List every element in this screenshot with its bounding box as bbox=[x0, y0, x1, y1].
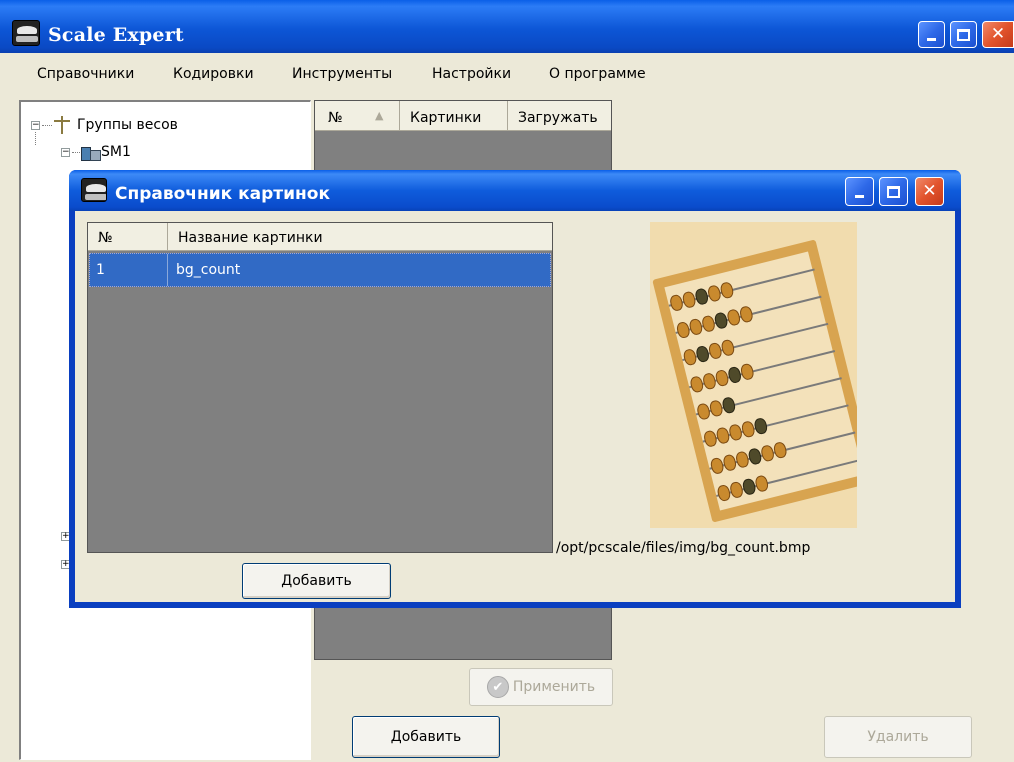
add-button[interactable]: Добавить bbox=[352, 716, 500, 758]
column-pictures[interactable]: Картинки bbox=[400, 101, 508, 131]
menu-bar: Справочники Кодировки Инструменты Настро… bbox=[0, 53, 1014, 93]
tree-connector bbox=[72, 152, 80, 153]
apply-button-label: Применить bbox=[512, 679, 596, 695]
list-header: № Название картинки bbox=[88, 223, 552, 251]
collapse-icon[interactable]: − bbox=[61, 148, 70, 157]
check-icon: ✔ bbox=[486, 676, 509, 698]
close-icon: ✕ bbox=[922, 181, 937, 201]
table-row[interactable]: 1 bg_count bbox=[89, 253, 551, 287]
dialog-minimize-button[interactable] bbox=[845, 177, 874, 206]
dialog-close-button[interactable]: ✕ bbox=[915, 177, 944, 206]
row-number: 1 bbox=[96, 262, 105, 278]
delete-button[interactable]: Удалить bbox=[824, 716, 972, 758]
maximize-button[interactable] bbox=[950, 21, 977, 48]
scale-device-icon bbox=[81, 144, 101, 161]
abacus-image bbox=[652, 239, 857, 523]
tree-root-label[interactable]: Группы весов bbox=[77, 117, 178, 133]
menu-tools[interactable]: Инструменты bbox=[292, 66, 392, 82]
menu-about[interactable]: О программе bbox=[549, 66, 646, 82]
sort-asc-icon: ▲ bbox=[375, 109, 384, 122]
menu-references[interactable]: Справочники bbox=[37, 66, 134, 82]
minimize-icon bbox=[855, 195, 864, 198]
dialog-add-button[interactable]: Добавить bbox=[242, 563, 391, 599]
tree-connector bbox=[35, 132, 36, 145]
apply-button[interactable]: ✔ Применить bbox=[469, 668, 613, 706]
close-icon: ✕ bbox=[990, 24, 1006, 44]
column-load[interactable]: Загружать bbox=[508, 101, 611, 131]
picture-names-list[interactable]: № Название картинки 1 bg_count bbox=[87, 222, 553, 553]
row-picture-name: bg_count bbox=[176, 262, 241, 278]
column-number[interactable]: № bbox=[88, 223, 168, 251]
close-button[interactable]: ✕ bbox=[982, 21, 1014, 48]
menu-settings[interactable]: Настройки bbox=[432, 66, 511, 82]
scale-group-icon bbox=[54, 116, 70, 134]
app-icon bbox=[12, 20, 40, 46]
dialog-app-icon bbox=[81, 178, 107, 202]
picture-preview bbox=[650, 222, 857, 528]
collapse-icon[interactable]: − bbox=[31, 121, 40, 130]
tree-connector bbox=[42, 125, 52, 126]
main-title-bar[interactable]: Scale Expert ✕ bbox=[0, 0, 1014, 53]
column-number[interactable]: № bbox=[315, 101, 400, 131]
menu-encodings[interactable]: Кодировки bbox=[173, 66, 254, 82]
minimize-icon bbox=[927, 38, 936, 41]
dialog-title-bar[interactable]: Справочник картинок ✕ bbox=[69, 170, 961, 211]
dialog-title: Справочник картинок bbox=[115, 184, 330, 204]
list-header: № ▲ Картинки Загружать bbox=[315, 101, 611, 131]
dialog-maximize-button[interactable] bbox=[879, 177, 908, 206]
image-path-label: /opt/pcscale/files/img/bg_count.bmp bbox=[556, 540, 811, 556]
maximize-icon bbox=[887, 185, 900, 198]
tree-child-label[interactable]: SM1 bbox=[101, 144, 131, 160]
window-title: Scale Expert bbox=[48, 24, 184, 46]
dialog-body: № Название картинки 1 bg_count /opt/pcsc… bbox=[75, 211, 955, 602]
column-picture-name[interactable]: Название картинки bbox=[168, 223, 552, 251]
row-divider bbox=[167, 254, 168, 286]
minimize-button[interactable] bbox=[918, 21, 945, 48]
maximize-icon bbox=[957, 28, 970, 41]
pictures-reference-dialog: Справочник картинок ✕ № Название картинк… bbox=[69, 170, 961, 608]
